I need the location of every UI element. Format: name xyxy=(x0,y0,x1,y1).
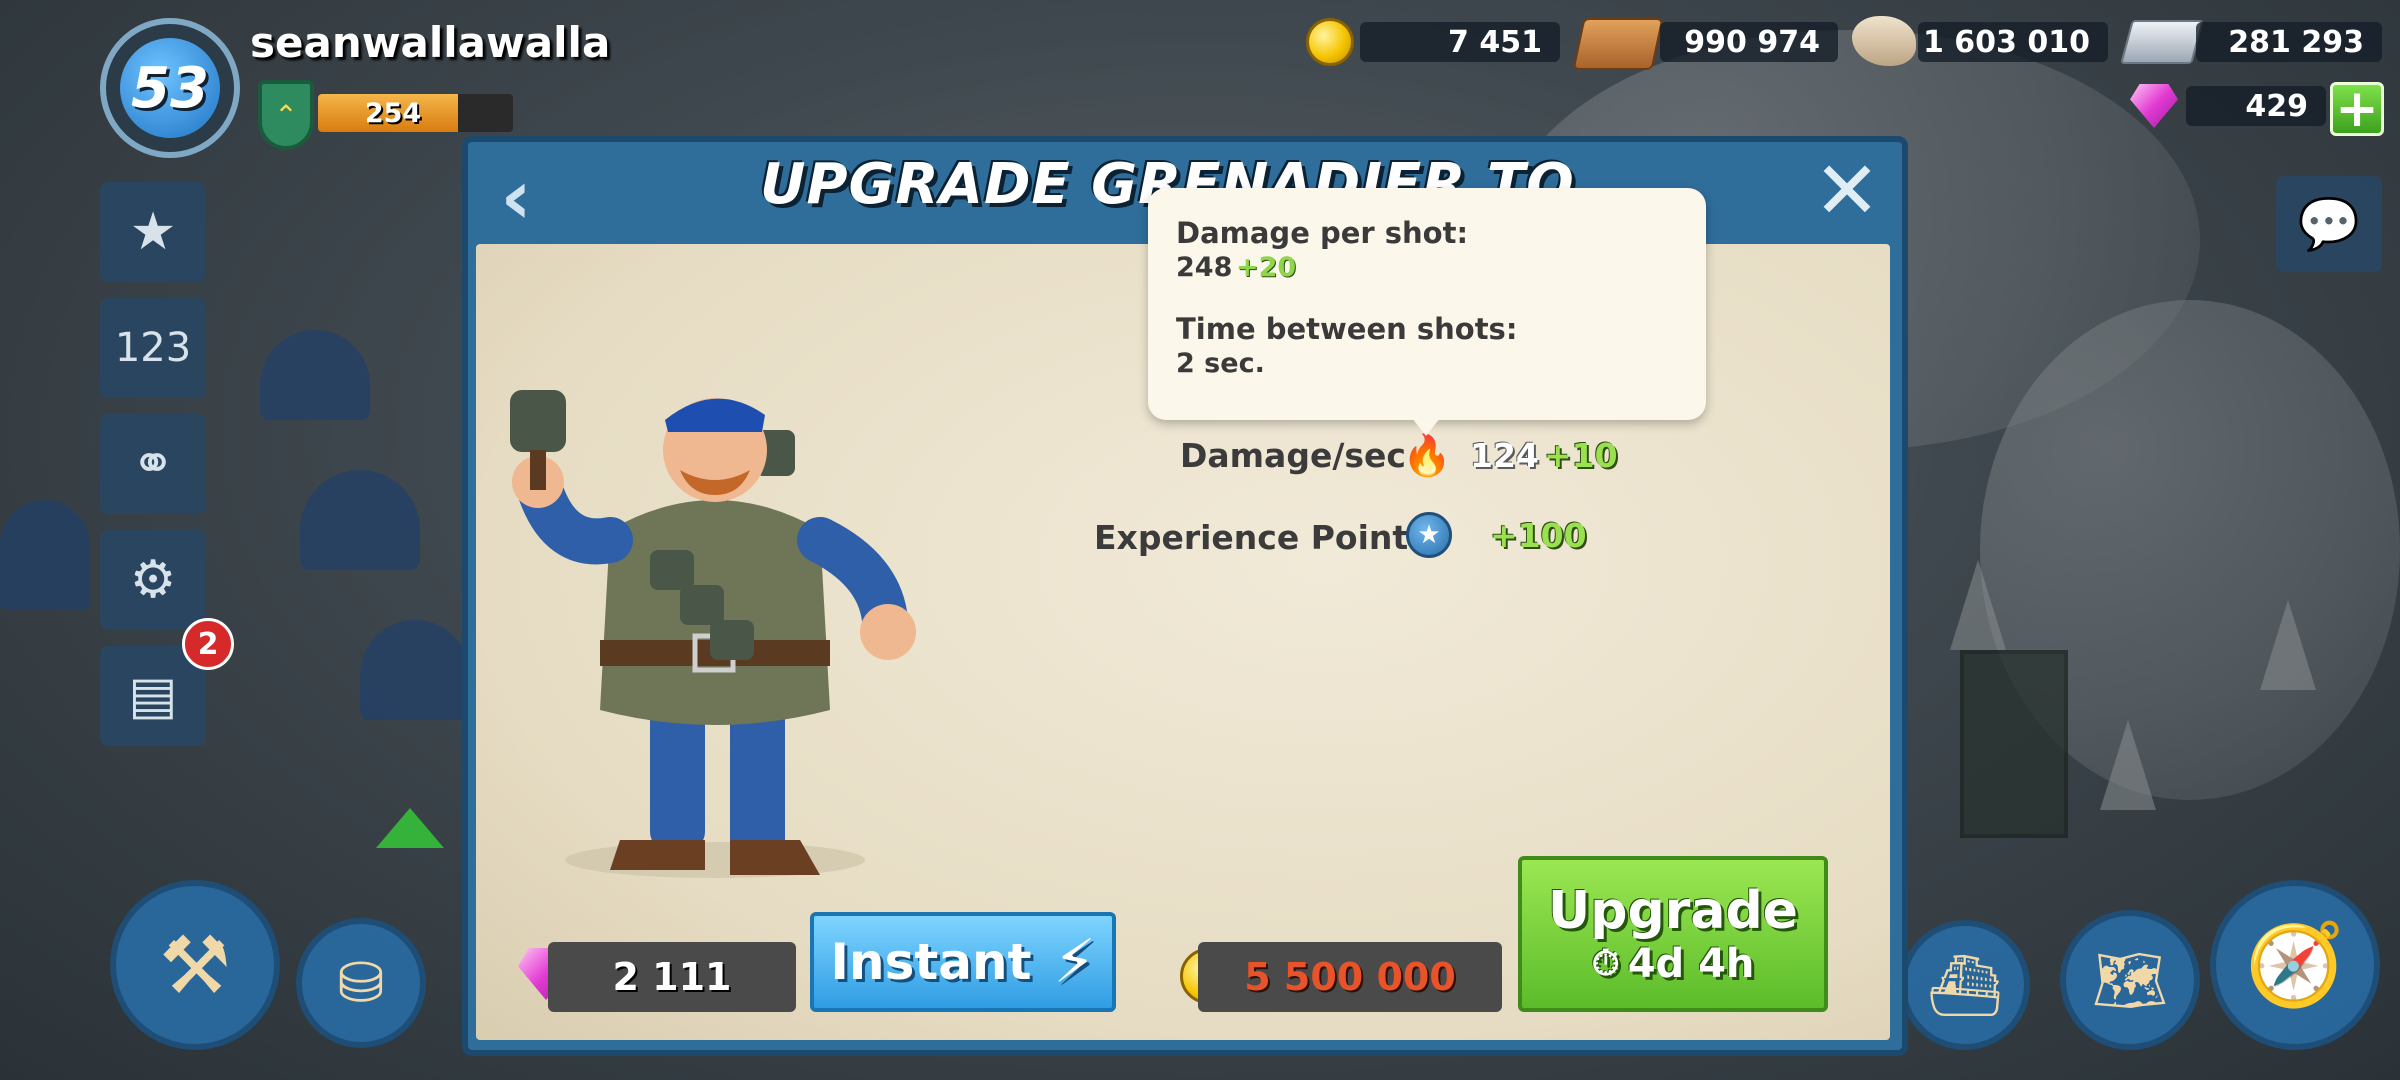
chest-button[interactable]: ⛁ xyxy=(296,918,426,1048)
stat-label-damage-per-sec: Damage/sec xyxy=(1180,436,1406,475)
diamond-icon xyxy=(2130,84,2178,128)
player-name: seanwallawalla xyxy=(250,18,611,67)
rank-badge-icon[interactable]: ⌃ xyxy=(258,80,314,150)
tooltip-time-value: 2 sec. xyxy=(1176,348,1265,379)
stat-value-damage-per-sec: 124 xyxy=(1470,436,1539,475)
iron-icon xyxy=(2120,20,2204,64)
grenadier-portrait xyxy=(510,390,916,878)
diamond-cost-value: 2 111 xyxy=(612,955,732,999)
stars-icon: ★ xyxy=(129,202,177,262)
tooltip-damage-value: 248 xyxy=(1176,252,1233,283)
player-level-badge[interactable]: 53 xyxy=(100,18,240,158)
player-level: 53 xyxy=(131,55,209,121)
chest-icon: ⛁ xyxy=(337,950,385,1016)
reports-notification-badge: 2 xyxy=(182,618,234,670)
stone-amount[interactable]: 1 603 010 xyxy=(1918,22,2108,62)
upgrade-arrow-icon xyxy=(376,808,444,848)
hammer-icon: ⚒ xyxy=(159,918,231,1012)
chat-icon: 💬 xyxy=(2297,194,2361,253)
buy-diamonds-button[interactable]: + xyxy=(2330,82,2384,136)
upgrade-button[interactable]: Upgrade ⏱ 4d 4h xyxy=(1518,856,1828,1012)
chat-button[interactable]: 💬 xyxy=(2276,176,2382,272)
star-menu-button[interactable]: ★ xyxy=(100,182,206,282)
stat-label-experience-points: Experience Points xyxy=(1094,518,1428,557)
stat-bonus-experience-points: +100 xyxy=(1490,516,1587,555)
boat-button[interactable]: ⛴ xyxy=(1900,920,2030,1050)
iron-amount[interactable]: 281 293 xyxy=(2196,22,2382,62)
gear-icon: ⚙ xyxy=(129,550,177,610)
task-force-icon: ⚭ xyxy=(131,434,175,494)
victory-points-bar[interactable]: 254 xyxy=(318,94,513,132)
back-button[interactable]: ‹ xyxy=(488,152,544,241)
fire-icon[interactable]: 🔥 xyxy=(1402,432,1452,479)
diamond-cost: 2 111 xyxy=(548,942,796,1012)
boat-icon: ⛴ xyxy=(1926,950,2004,1021)
settings-button[interactable]: ⚙ xyxy=(100,530,206,630)
stopwatch-icon: ⏱ xyxy=(1591,943,1620,984)
victory-points-value: 254 xyxy=(364,97,422,129)
instant-label: Instant xyxy=(830,933,1032,991)
chevron-left-icon: ‹ xyxy=(500,151,532,241)
tooltip-pointer xyxy=(1412,418,1440,436)
leaderboard-icon: 123 xyxy=(114,325,192,371)
star-icon[interactable]: ★ xyxy=(1406,512,1452,558)
wood-icon xyxy=(1572,18,1664,70)
tooltip-time-label: Time between shots: xyxy=(1176,312,1518,346)
tooltip-damage-bonus: +20 xyxy=(1236,252,1297,283)
close-button[interactable]: ✕ xyxy=(1812,151,1882,231)
compass-icon: 🧭 xyxy=(2245,918,2345,1011)
wood-amount[interactable]: 990 974 xyxy=(1660,22,1838,62)
gold-cost-value: 5 500 000 xyxy=(1244,955,1456,999)
newspaper-icon: ▤ xyxy=(128,666,178,726)
compass-button[interactable]: 🧭 xyxy=(2210,880,2380,1050)
task-force-button[interactable]: ⚭ xyxy=(100,414,206,514)
diamond-amount[interactable]: 429 xyxy=(2186,86,2326,126)
close-icon: ✕ xyxy=(1813,144,1881,237)
lightning-icon: ⚡ xyxy=(1053,927,1096,997)
instant-button[interactable]: Instant ⚡ xyxy=(810,912,1116,1012)
upgrade-time-value: 4d 4h xyxy=(1627,941,1755,987)
stat-bonus-damage-per-sec: +10 xyxy=(1544,436,1618,475)
leaderboard-button[interactable]: 123 xyxy=(100,298,206,398)
stone-icon xyxy=(1852,16,1916,66)
gold-amount[interactable]: 7 451 xyxy=(1360,22,1560,62)
map-button[interactable]: 🗺 xyxy=(2060,910,2200,1050)
tooltip-damage-label: Damage per shot: xyxy=(1176,216,1469,250)
map-icon: 🗺 xyxy=(2091,945,2169,1016)
upgrade-time: ⏱ 4d 4h xyxy=(1592,941,1755,987)
upgrade-label: Upgrade xyxy=(1548,881,1798,941)
builder-button[interactable]: ⚒ xyxy=(110,880,280,1050)
gold-cost: 5 500 000 xyxy=(1198,942,1502,1012)
gold-icon xyxy=(1306,18,1354,66)
